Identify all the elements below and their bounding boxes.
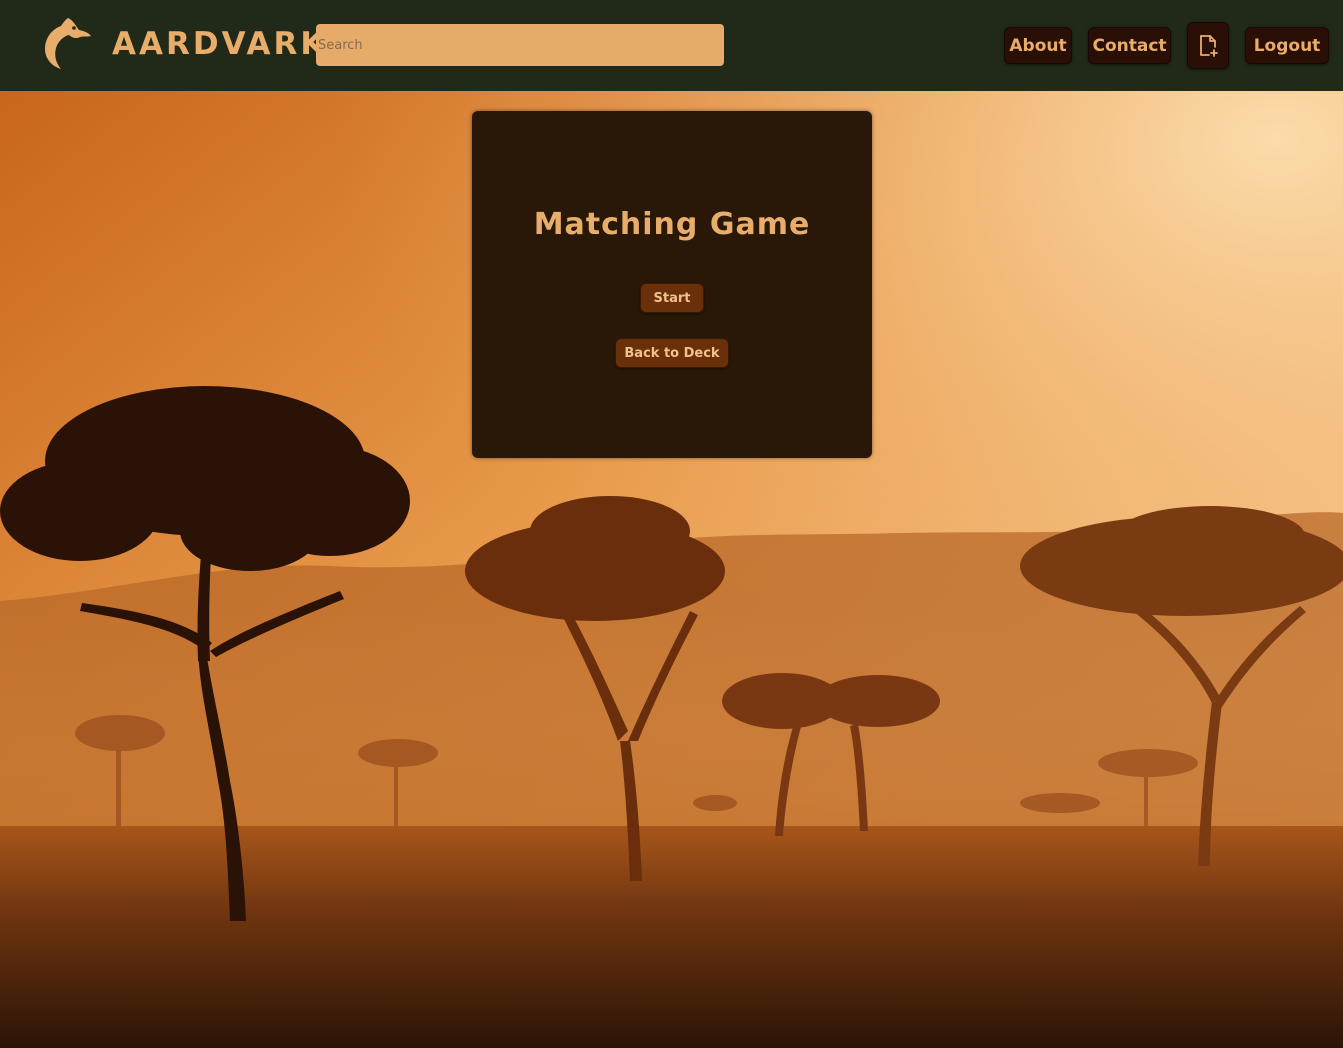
page-title: Matching Game [533, 207, 811, 242]
contact-button[interactable]: Contact [1088, 27, 1171, 64]
about-button[interactable]: About [1004, 27, 1072, 64]
start-button[interactable]: Start [640, 283, 704, 313]
back-to-deck-button[interactable]: Back to Deck [615, 338, 729, 368]
brand-name: AARDVARK [112, 26, 328, 62]
search-input[interactable] [316, 24, 724, 66]
file-plus-icon [1200, 34, 1218, 57]
new-document-button[interactable] [1187, 22, 1229, 69]
matching-game-card: Matching Game Start Back to Deck [472, 111, 872, 458]
navbar: AARDVARK About Contact Logout [0, 0, 1343, 91]
aardvark-logo-icon[interactable] [42, 14, 94, 72]
logout-button[interactable]: Logout [1245, 27, 1329, 64]
